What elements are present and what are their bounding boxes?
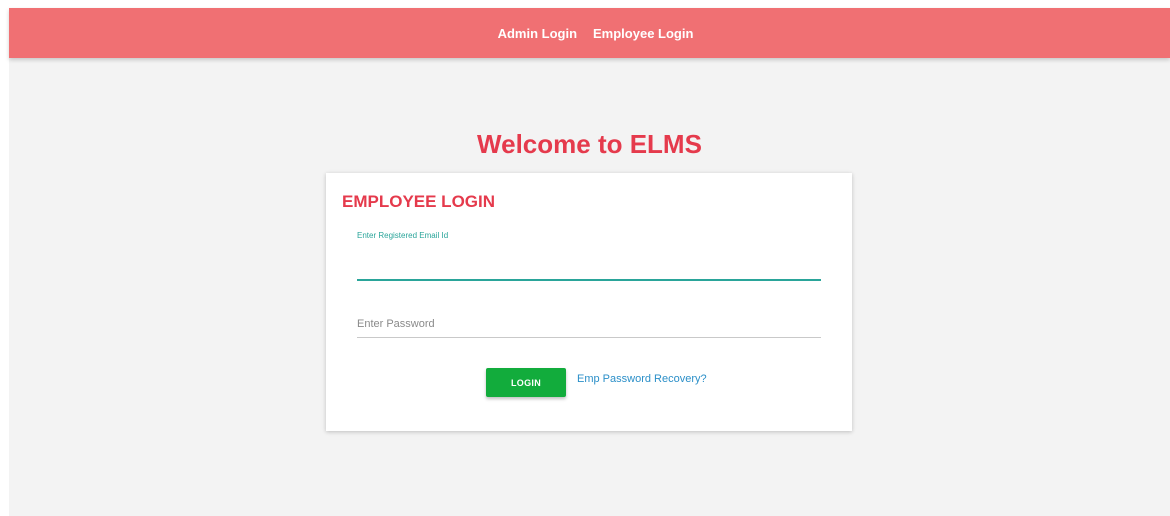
email-field-group: Enter Registered Email Id bbox=[357, 231, 821, 281]
email-field-label: Enter Registered Email Id bbox=[357, 231, 449, 240]
nav-employee-login-link[interactable]: Employee Login bbox=[593, 26, 693, 41]
card-title: EMPLOYEE LOGIN bbox=[342, 192, 496, 211]
page-background: Admin Login Employee Login Welcome to EL… bbox=[9, 8, 1170, 516]
password-field-group bbox=[357, 303, 821, 338]
employee-login-card: EMPLOYEE LOGIN Enter Registered Email Id… bbox=[326, 173, 852, 431]
welcome-heading: Welcome to ELMS bbox=[477, 129, 702, 159]
password-recovery-link[interactable]: Emp Password Recovery? bbox=[577, 373, 707, 385]
email-input[interactable] bbox=[357, 253, 821, 281]
nav-admin-login-link[interactable]: Admin Login bbox=[498, 26, 577, 41]
login-button[interactable]: LOGIN bbox=[486, 368, 566, 397]
password-input[interactable] bbox=[357, 310, 821, 338]
top-navbar: Admin Login Employee Login bbox=[9, 8, 1170, 58]
